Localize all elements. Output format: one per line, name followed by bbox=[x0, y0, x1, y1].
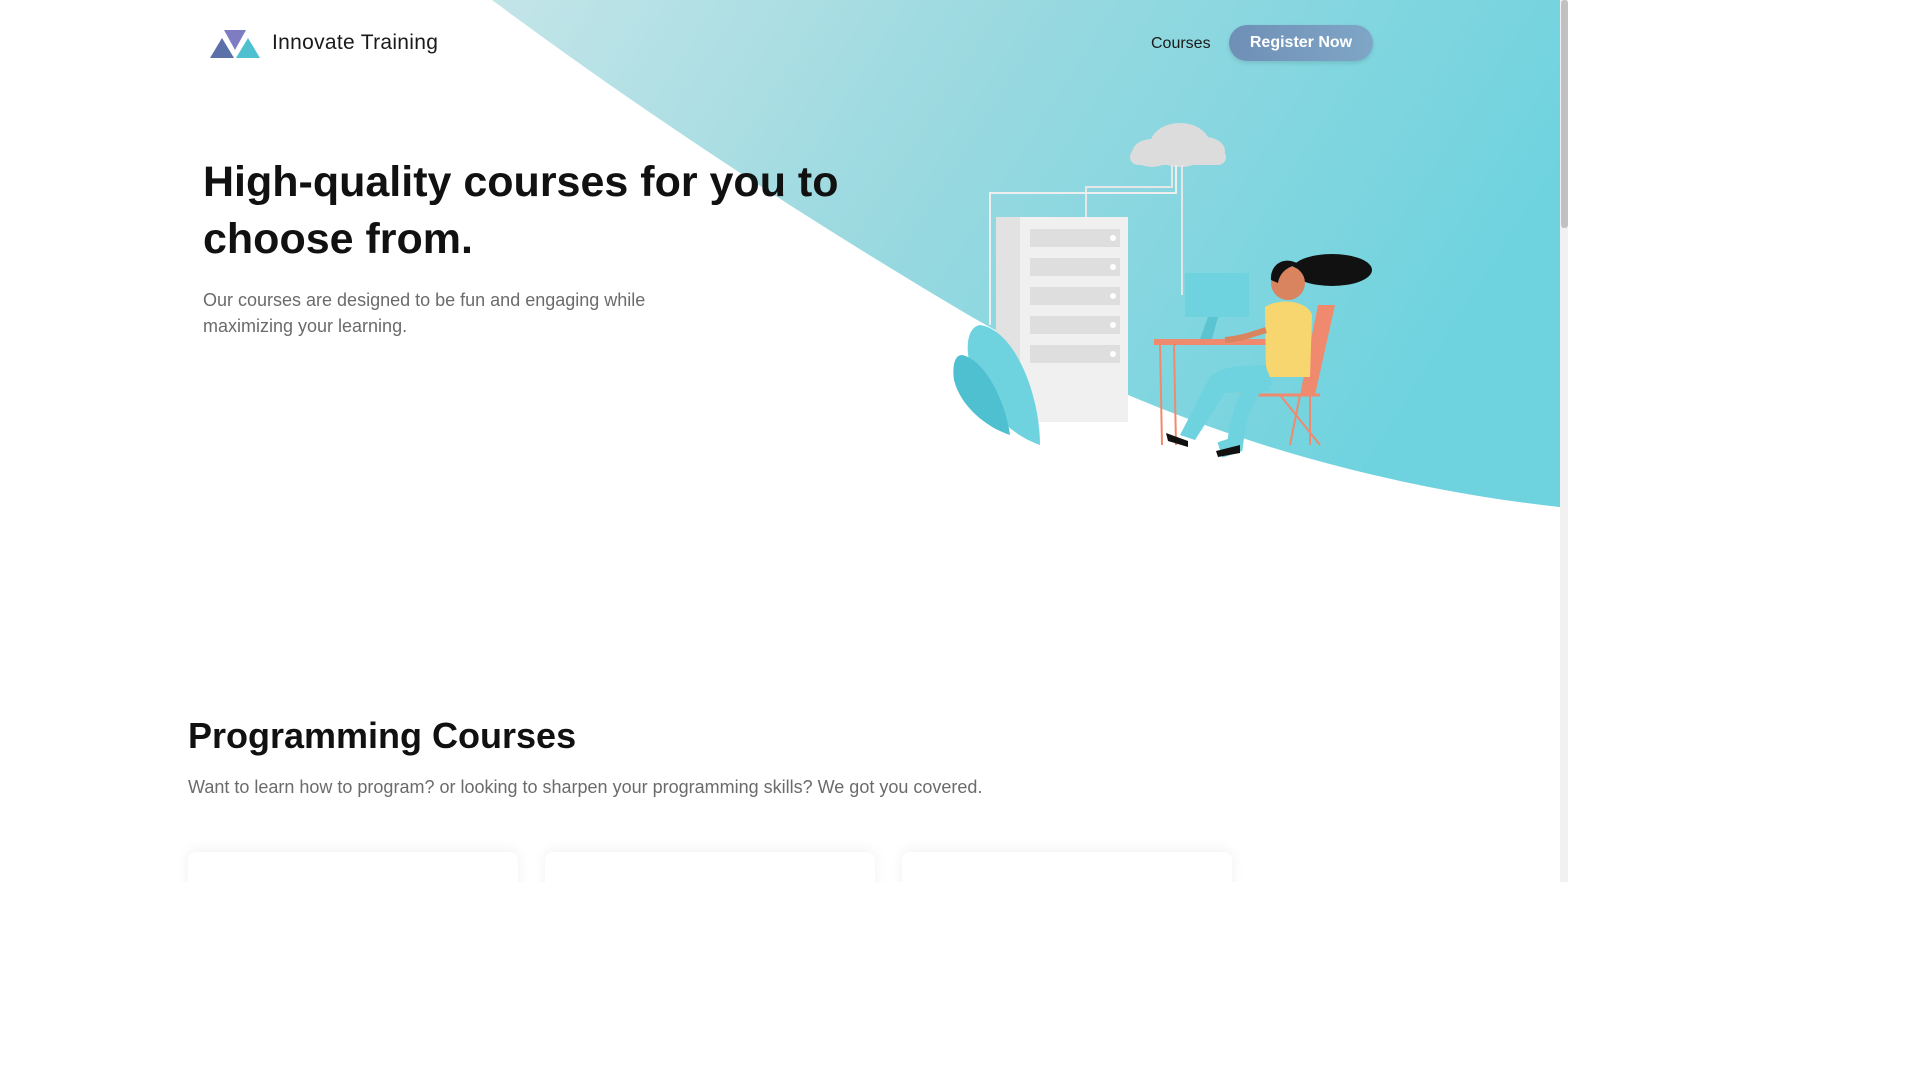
mountain-triangles-logo-icon bbox=[210, 28, 260, 58]
programming-courses-subtitle: Want to learn how to program? or looking… bbox=[188, 777, 983, 797]
register-now-button[interactable]: Register Now bbox=[1229, 25, 1373, 61]
vertical-scrollbar-thumb[interactable] bbox=[1561, 0, 1568, 228]
course-card[interactable] bbox=[902, 852, 1232, 882]
course-card[interactable] bbox=[545, 852, 875, 882]
hero-subtitle: Our courses are designed to be fun and e… bbox=[203, 290, 646, 336]
brand-name: Innovate Training bbox=[272, 31, 439, 54]
programming-courses-title: Programming Courses bbox=[188, 715, 577, 756]
brand-logo[interactable]: Innovate Training bbox=[210, 28, 438, 58]
woman-at-desk-illustration-icon bbox=[940, 115, 1390, 470]
hero-title: High-quality courses for you to choose f… bbox=[203, 158, 839, 263]
landing-page: Innovate Training Courses Register Now H… bbox=[0, 0, 1568, 882]
nav-link-courses[interactable]: Courses bbox=[1151, 35, 1211, 53]
course-card[interactable] bbox=[188, 852, 518, 882]
cloud-icon bbox=[1130, 123, 1226, 167]
